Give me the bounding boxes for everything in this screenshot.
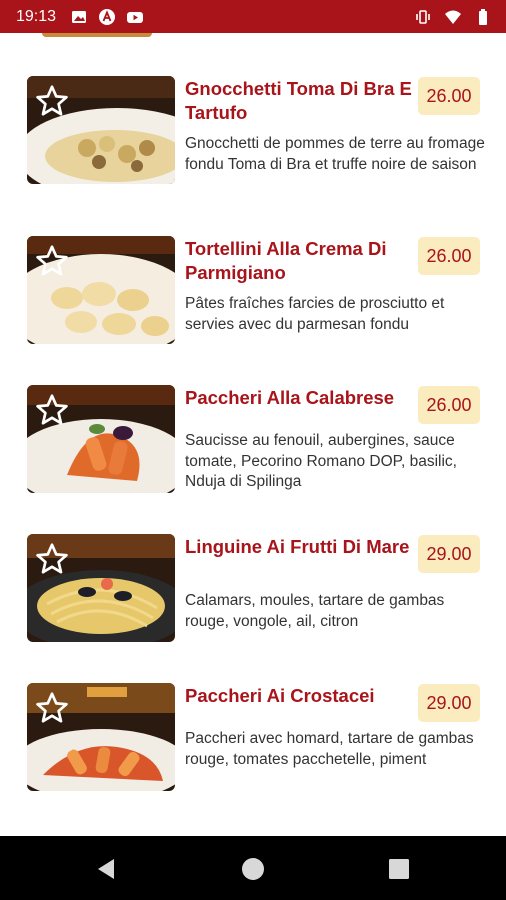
status-time: 19:13 (16, 8, 57, 25)
price-badge: 26.00 (418, 386, 480, 424)
vibrate-icon (416, 10, 430, 24)
navigation-bar (0, 836, 506, 900)
youtube-icon (127, 12, 143, 23)
favorite-star-icon[interactable] (34, 392, 70, 428)
dish-description: Pâtes fraîches farcies de prosciutto et … (185, 295, 445, 333)
dish-name: Paccheri Ai Crostacei (185, 685, 375, 706)
dish-name: Paccheri Alla Calabrese (185, 387, 395, 408)
menu-list[interactable]: Gnocchetti Toma Di Bra E Tartufo 26.00 G… (0, 33, 506, 836)
previous-item-image-edge (42, 33, 152, 37)
dish-photo (27, 683, 175, 791)
dish-name: Tortellini Alla Crema Di Parmigiano (185, 238, 387, 283)
favorite-star-icon[interactable] (34, 83, 70, 119)
back-icon[interactable] (92, 854, 122, 884)
dish-photo (27, 385, 175, 493)
dish-description: Paccheri avec homard, tartare de gambas … (185, 730, 474, 768)
status-bar: 19:13 (0, 0, 506, 33)
app-badge-icon (99, 9, 115, 25)
status-notification-icons (70, 8, 144, 26)
price-badge: 29.00 (418, 535, 480, 573)
price-badge: 26.00 (418, 77, 480, 115)
dish-photo (27, 76, 175, 184)
price-badge: 26.00 (418, 237, 480, 275)
dish-name: Linguine Ai Frutti Di Mare (185, 536, 410, 557)
dish-photo (27, 534, 175, 642)
dish-description: Gnocchetti de pommes de terre au fromage… (185, 135, 485, 173)
dish-name: Gnocchetti Toma Di Bra E Tartufo (185, 78, 412, 123)
favorite-star-icon[interactable] (34, 541, 70, 577)
dish-description: Calamars, moules, tartare de gambas roug… (185, 592, 445, 630)
dish-photo (27, 236, 175, 344)
recents-icon[interactable] (384, 854, 414, 884)
favorite-star-icon[interactable] (34, 690, 70, 726)
status-system-icons (414, 8, 492, 26)
dish-description: Saucisse au fenouil, aubergines, sauce t… (185, 432, 457, 490)
home-icon[interactable] (238, 854, 268, 884)
favorite-star-icon[interactable] (34, 243, 70, 279)
battery-icon (479, 9, 487, 25)
wifi-icon (445, 10, 461, 24)
price-badge: 29.00 (418, 684, 480, 722)
image-icon (72, 11, 86, 23)
